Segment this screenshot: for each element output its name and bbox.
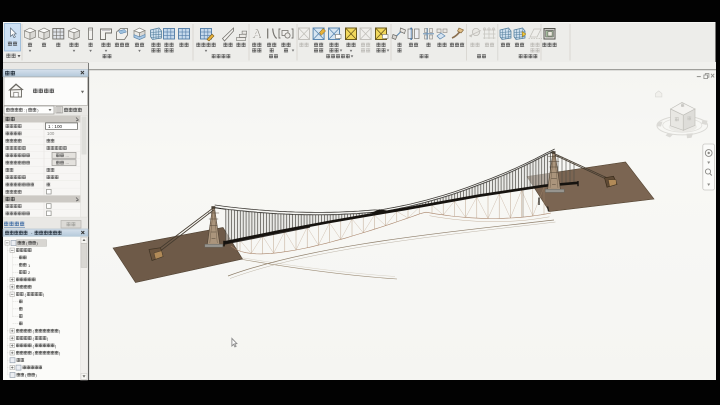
svg-text:1 : 100: 1 : 100 <box>48 124 62 129</box>
svg-text:A: A <box>252 29 260 41</box>
svg-text::: : <box>24 109 25 113</box>
svg-text:...: ... <box>66 153 69 158</box>
svg-text:...: ... <box>66 160 69 165</box>
svg-text:100: 100 <box>47 131 55 136</box>
